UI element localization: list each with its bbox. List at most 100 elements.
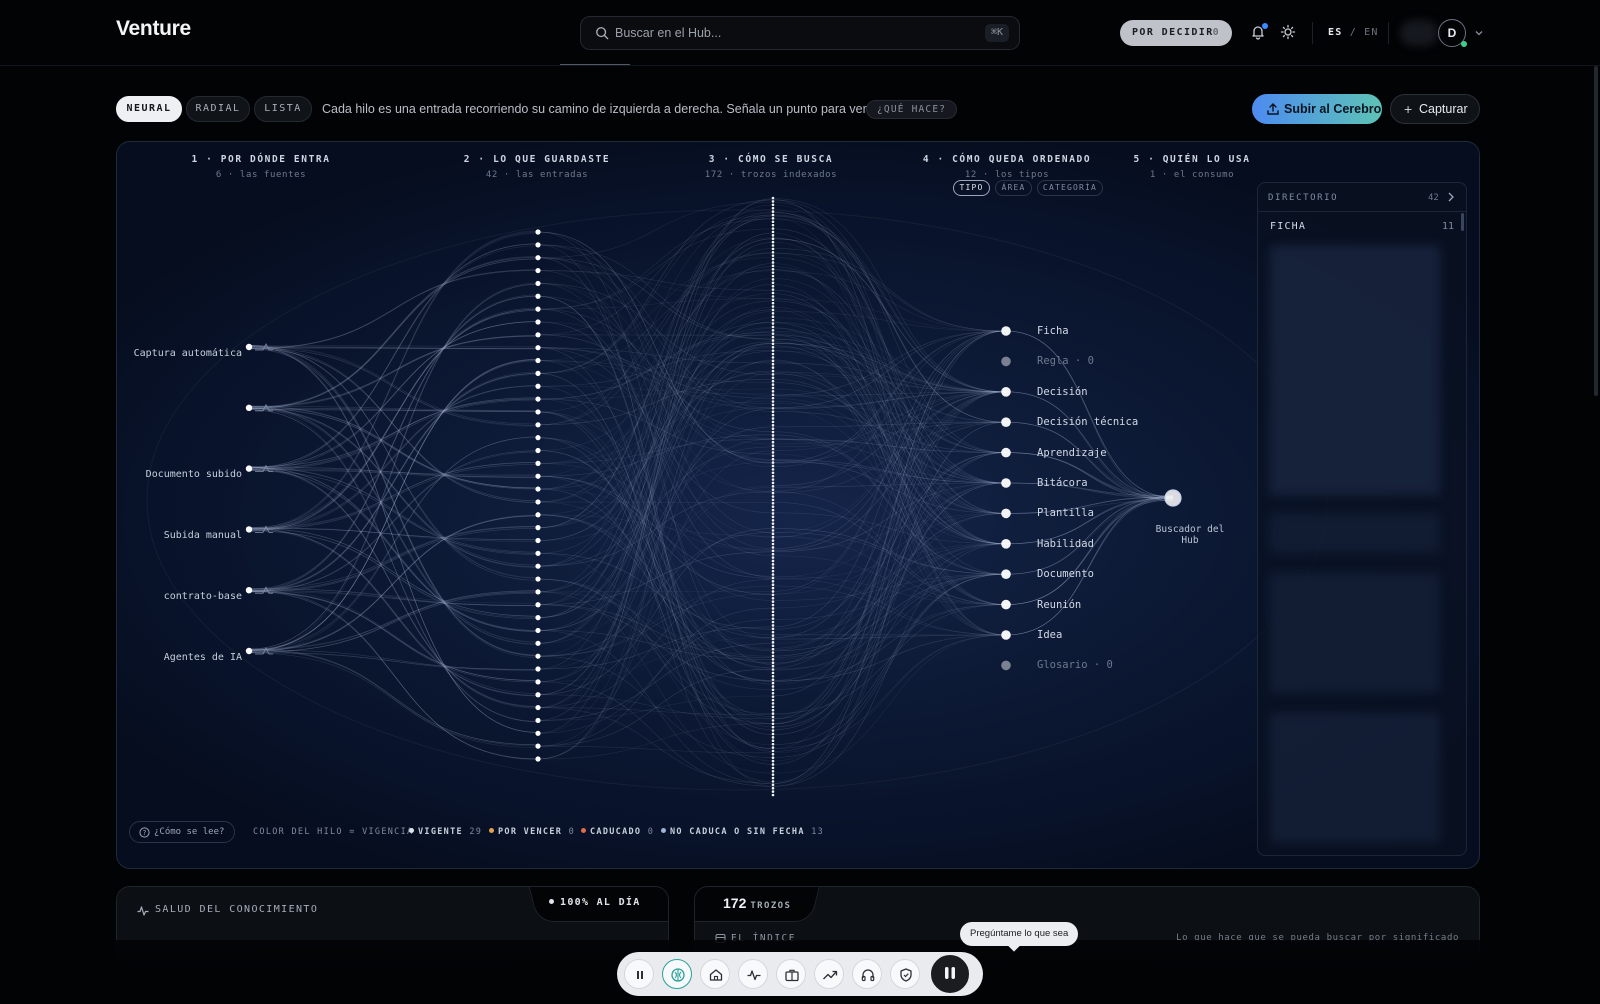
chunk-node[interactable]: [771, 335, 775, 339]
chunk-node[interactable]: [771, 478, 775, 481]
type-node[interactable]: [1001, 478, 1011, 488]
chunk-node[interactable]: [771, 196, 775, 200]
chunk-node[interactable]: [771, 658, 775, 661]
entry-node[interactable]: [535, 666, 541, 672]
chunk-node[interactable]: [771, 661, 775, 665]
source-label[interactable]: contrato-base: [117, 591, 242, 602]
chunk-node[interactable]: [771, 349, 775, 352]
chunk-node[interactable]: [771, 386, 775, 390]
chunk-node[interactable]: [771, 674, 775, 678]
chunk-node[interactable]: [771, 315, 775, 319]
type-label[interactable]: Habilidad: [1037, 538, 1094, 550]
entry-node[interactable]: [535, 370, 541, 376]
chevron-right-icon[interactable]: [1446, 191, 1456, 203]
chunk-node[interactable]: [771, 420, 775, 424]
entry-node[interactable]: [535, 306, 541, 312]
chunk-node[interactable]: [771, 369, 775, 373]
source-node[interactable]: [245, 587, 253, 594]
type-node[interactable]: [1001, 569, 1011, 579]
type-node[interactable]: [1001, 417, 1011, 428]
chunk-node[interactable]: [771, 715, 775, 719]
grouping-tab-area[interactable]: ÁREA: [995, 180, 1032, 196]
chunk-node[interactable]: [771, 596, 775, 600]
chunk-node[interactable]: [771, 457, 775, 461]
chunk-node[interactable]: [771, 702, 775, 705]
chunk-node[interactable]: [771, 569, 775, 573]
capturar-button[interactable]: + Capturar: [1390, 94, 1480, 124]
hub-search[interactable]: Buscar en el Hub... ⌘K: [580, 16, 1020, 50]
chunk-node[interactable]: [771, 627, 775, 631]
chunk-node[interactable]: [771, 240, 775, 244]
chunk-node[interactable]: [771, 681, 775, 685]
chunk-node[interactable]: [771, 254, 775, 257]
chunk-node[interactable]: [771, 203, 775, 207]
chunk-node[interactable]: [771, 793, 775, 797]
chunk-node[interactable]: [771, 244, 775, 247]
entry-node[interactable]: [535, 396, 541, 402]
chunk-node[interactable]: [771, 301, 775, 305]
chunk-node[interactable]: [771, 332, 775, 335]
chunk-node[interactable]: [771, 736, 775, 739]
entry-node[interactable]: [535, 473, 541, 479]
chunk-node[interactable]: [771, 278, 775, 281]
directory-group-label[interactable]: FICHA: [1270, 221, 1306, 232]
chunk-node[interactable]: [771, 512, 775, 515]
chunk-node[interactable]: [771, 345, 775, 349]
chunk-node[interactable]: [771, 468, 775, 471]
chunk-node[interactable]: [771, 790, 775, 793]
chunk-node[interactable]: [771, 257, 775, 261]
chunk-node[interactable]: [771, 423, 775, 427]
chunk-node[interactable]: [771, 200, 775, 203]
chunk-node[interactable]: [771, 539, 775, 542]
page-scrollbar[interactable]: [1594, 66, 1598, 396]
chunk-node[interactable]: [771, 376, 775, 380]
chunk-node[interactable]: [771, 529, 775, 532]
entry-node[interactable]: [535, 255, 541, 261]
subir-cerebro-button[interactable]: Subir al Cerebro: [1252, 94, 1382, 124]
chunk-node[interactable]: [771, 264, 775, 268]
dock-trends-button[interactable]: [814, 959, 844, 989]
entry-node[interactable]: [535, 730, 541, 736]
chunk-node[interactable]: [771, 624, 775, 627]
chunk-node[interactable]: [771, 688, 775, 692]
chunk-node[interactable]: [771, 752, 775, 756]
entry-node[interactable]: [535, 704, 541, 711]
chunk-node[interactable]: [771, 590, 775, 593]
chunk-node[interactable]: [771, 281, 775, 285]
entry-node[interactable]: [535, 409, 541, 415]
entry-node[interactable]: [535, 229, 541, 235]
chunk-node[interactable]: [771, 417, 775, 420]
dock-activity-button[interactable]: [738, 959, 768, 989]
chunk-node[interactable]: [771, 651, 775, 654]
chunk-node[interactable]: [771, 722, 775, 726]
chunk-node[interactable]: [771, 786, 775, 790]
chunk-node[interactable]: [771, 217, 775, 220]
entry-node[interactable]: [535, 499, 541, 505]
chunk-node[interactable]: [771, 430, 775, 434]
entry-node[interactable]: [535, 280, 541, 287]
chunk-node[interactable]: [771, 291, 775, 295]
chunk-node[interactable]: [771, 719, 775, 722]
chunk-node[interactable]: [771, 407, 775, 410]
dock-briefcase-button[interactable]: [776, 959, 806, 989]
chunk-node[interactable]: [771, 491, 775, 495]
chunk-node[interactable]: [771, 267, 775, 271]
chunk-node[interactable]: [771, 213, 775, 217]
chunk-node[interactable]: [771, 583, 775, 586]
chunk-node[interactable]: [771, 566, 775, 570]
chunk-node[interactable]: [771, 776, 775, 780]
entry-node[interactable]: [535, 615, 541, 621]
chunk-node[interactable]: [771, 474, 775, 478]
chunk-node[interactable]: [771, 691, 775, 695]
chunk-node[interactable]: [771, 444, 775, 447]
type-label[interactable]: Regla · 0: [1037, 355, 1094, 367]
entry-node[interactable]: [535, 743, 541, 749]
chunk-node[interactable]: [771, 671, 775, 675]
type-label[interactable]: Idea: [1037, 629, 1062, 641]
chunk-node[interactable]: [771, 362, 775, 366]
entry-node[interactable]: [535, 602, 541, 608]
entry-node[interactable]: [535, 692, 541, 698]
chunk-node[interactable]: [771, 359, 775, 363]
entry-node[interactable]: [535, 293, 541, 299]
consumer-label[interactable]: Buscador del Hub: [1155, 524, 1225, 546]
